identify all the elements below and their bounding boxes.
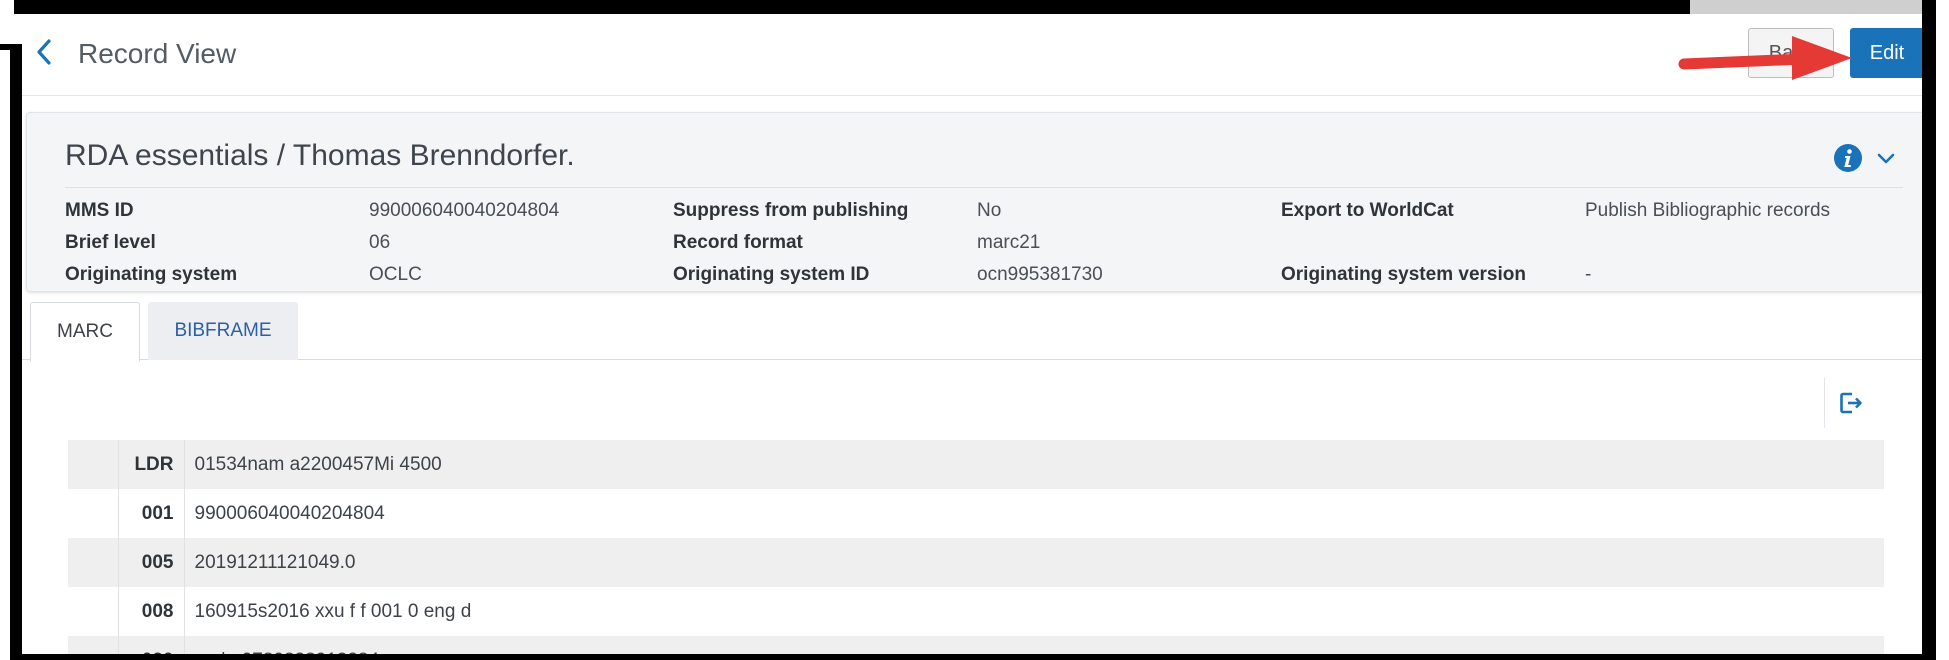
chevron-left-icon[interactable]: [30, 36, 58, 68]
mms-id-label: MMS ID: [65, 200, 134, 221]
summary-divider: [65, 187, 1903, 188]
marc-field-content: 01534nam a2200457Mi 4500: [194, 453, 442, 475]
frame-border-bottom: [10, 654, 1936, 660]
tab-marc-label: MARC: [57, 321, 113, 342]
marc-field-content: 160915s2016 xxu f f 001 0 eng d: [194, 600, 472, 622]
tab-marc[interactable]: MARC: [30, 302, 140, 362]
record-title: RDA essentials / Thomas Brenndorfer.: [65, 139, 575, 172]
chevron-down-icon[interactable]: [1875, 147, 1897, 169]
marc-field-content: 20191211121049.0: [194, 551, 356, 573]
marc-tag: 001: [118, 489, 185, 538]
table-row: 008 160915s2016 xxu f f 001 0 eng d: [68, 587, 1884, 636]
edit-button[interactable]: Edit: [1850, 28, 1922, 78]
tab-bibframe-label: BIBFRAME: [174, 320, 272, 341]
row-gutter: [68, 440, 119, 489]
originating-system-label: Originating system: [65, 264, 238, 285]
marc-tag: LDR: [118, 440, 185, 489]
table-row: 001 990006040040204804: [68, 489, 1884, 538]
page-title: Record View: [78, 38, 237, 69]
mms-id-value: 990006040040204804: [369, 200, 560, 221]
export-to-worldcat-value: Publish Bibliographic records: [1585, 200, 1831, 221]
row-gutter: [68, 636, 119, 654]
table-row: LDR 01534nam a2200457Mi 4500: [68, 440, 1884, 489]
record-summary-panel: RDA essentials / Thomas Brenndorfer. MMS…: [26, 112, 1922, 292]
marc-field-content: 990006040040204804: [194, 502, 385, 524]
row-gutter: [68, 489, 119, 538]
originating-system-value: OCLC: [369, 264, 422, 285]
marc-tag: 005: [118, 538, 185, 587]
row-gutter: [68, 538, 119, 587]
originating-system-id-value: ocn995381730: [977, 264, 1103, 285]
export-to-worldcat-label: Export to WorldCat: [1281, 200, 1454, 221]
table-row: 005 20191211121049.0: [68, 538, 1884, 587]
row-gutter: [68, 587, 119, 636]
screenshot-frame: Record View Back Edit RDA essentials / T…: [0, 0, 1949, 660]
frame-border-top: [14, 0, 1689, 14]
originating-system-version-value: -: [1585, 264, 1592, 285]
page-header: Record View Back Edit: [22, 14, 1922, 96]
marc-field-content: __ |a 9780838913284: [184, 636, 1884, 655]
record-format-label: Record format: [673, 232, 803, 253]
marc-record-table: LDR 01534nam a2200457Mi 4500 001 9900060…: [68, 440, 1884, 654]
edit-button-label: Edit: [1869, 41, 1905, 64]
record-format-value: marc21: [977, 232, 1041, 253]
originating-system-id-label: Originating system ID: [673, 264, 870, 285]
brief-level-label: Brief level: [65, 232, 156, 253]
marc-tag: 008: [118, 587, 185, 636]
record-view-app: Record View Back Edit RDA essentials / T…: [22, 14, 1922, 654]
tab-bibframe[interactable]: BIBFRAME: [148, 302, 298, 360]
brief-level-value: 06: [369, 232, 391, 253]
frame-border-right: [1922, 0, 1936, 660]
table-row: 020 __ |a 9780838913284: [68, 636, 1884, 654]
frame-border-left: [10, 44, 22, 660]
record-tabs: MARC BIBFRAME: [22, 302, 1922, 362]
export-button[interactable]: [1824, 378, 1876, 428]
marc-tag: 020: [118, 636, 185, 654]
suppress-from-publishing-value: No: [977, 200, 1002, 221]
originating-system-version-label: Originating system version: [1281, 264, 1526, 285]
annotation-arrow-icon: [1678, 36, 1852, 80]
export-icon: [1839, 392, 1862, 414]
suppress-from-publishing-label: Suppress from publishing: [673, 200, 909, 221]
info-circle-icon[interactable]: [1833, 143, 1863, 173]
